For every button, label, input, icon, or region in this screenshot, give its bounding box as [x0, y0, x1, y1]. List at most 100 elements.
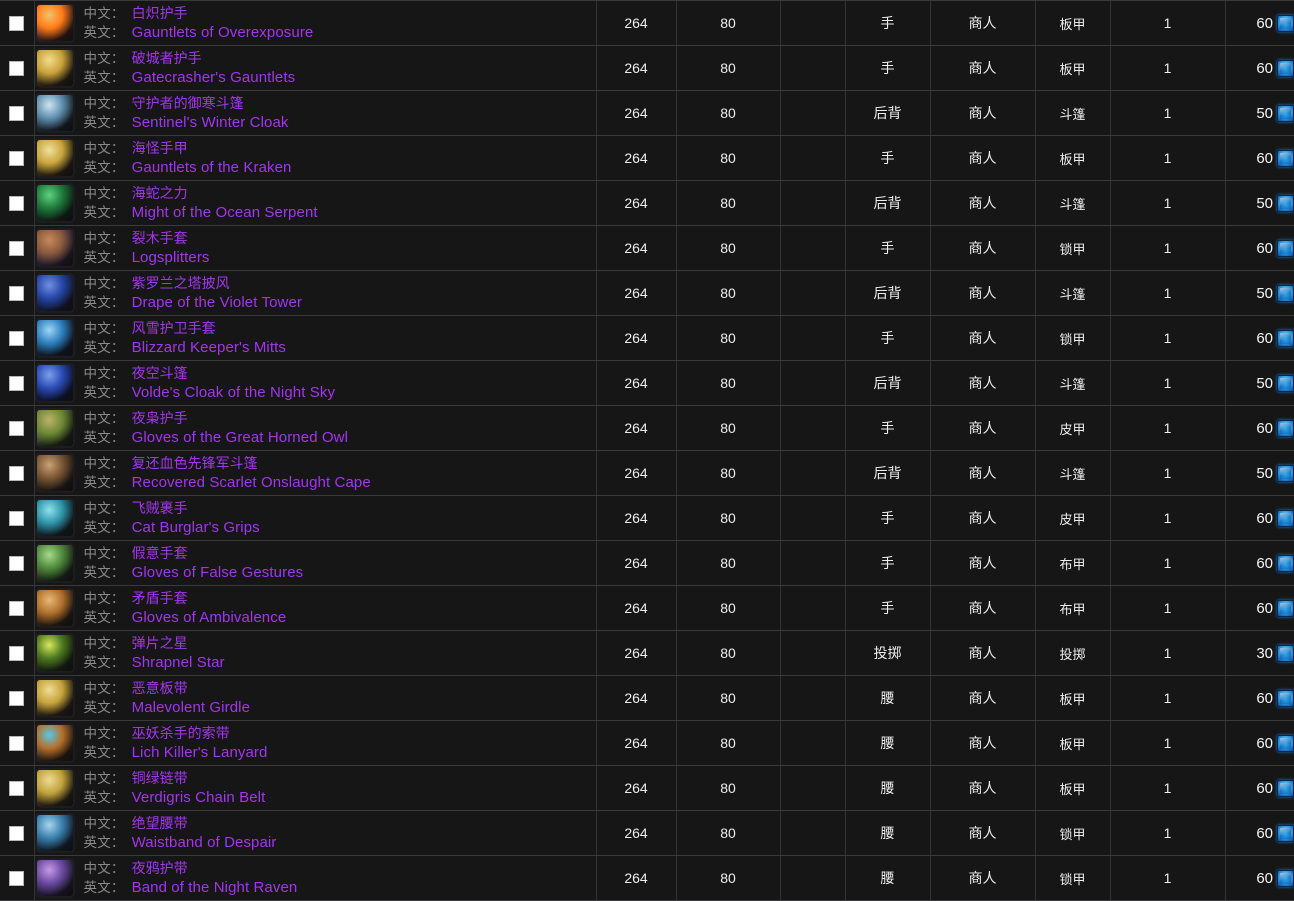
item-name-en[interactable]: Malevolent Girdle — [132, 698, 250, 718]
row-select-checkbox[interactable] — [9, 826, 25, 842]
row-checkbox-cell[interactable] — [0, 855, 34, 901]
item-name-zh[interactable]: 风雪护卫手套 — [132, 319, 216, 337]
table-row[interactable]: 中文： 裂木手套 英文： Logsplitters 264 80 手商人 锁甲 1 60 — [0, 225, 1294, 271]
item-name-en[interactable]: Volde's Cloak of the Night Sky — [132, 383, 335, 403]
item-name-cell[interactable]: 中文： 白炽护手 英文： Gauntlets of Overexposure — [33, 0, 596, 46]
table-row[interactable]: 中文： 海怪手甲 英文： Gauntlets of the Kraken 264 80 手商… — [0, 135, 1294, 181]
table-row[interactable]: 中文： 绝望腰带 英文： Waistband of Despair 264 80 腰商人 锁甲… — [0, 810, 1294, 856]
row-checkbox-cell[interactable] — [0, 135, 34, 181]
item-name-cell[interactable]: 中文： 飞贼裹手 英文： Cat Burglar's Grips — [33, 495, 596, 541]
row-select-checkbox[interactable] — [9, 466, 25, 482]
item-name-en[interactable]: Gauntlets of Overexposure — [132, 23, 314, 43]
item-name-en[interactable]: Gloves of the Great Horned Owl — [132, 428, 348, 448]
item-name-cell[interactable]: 中文： 夜空斗篷 英文： Volde's Cloak of the Night Sky — [33, 360, 596, 406]
table-row[interactable]: 中文： 飞贼裹手 英文： Cat Burglar's Grips 264 80 手商人 皮甲 1… — [0, 495, 1294, 541]
row-select-checkbox[interactable] — [9, 421, 25, 437]
row-select-checkbox[interactable] — [9, 286, 25, 302]
item-name-cell[interactable]: 中文： 绝望腰带 英文： Waistband of Despair — [33, 810, 596, 856]
row-select-checkbox[interactable] — [9, 601, 25, 617]
table-row[interactable]: 中文： 复还血色先锋军斗篷 英文： Recovered Scarlet Onslaug… — [0, 450, 1294, 496]
item-name-cell[interactable]: 中文： 复还血色先锋军斗篷 英文： Recovered Scarlet Onslaug… — [33, 450, 596, 496]
row-checkbox-cell[interactable] — [0, 450, 34, 496]
table-row[interactable]: 中文： 风雪护卫手套 英文： Blizzard Keeper's Mitts 264 80… — [0, 315, 1294, 361]
row-checkbox-cell[interactable] — [0, 45, 34, 91]
table-row[interactable]: 中文： 海蛇之力 英文： Might of the Ocean Serpent 264 8… — [0, 180, 1294, 226]
row-select-checkbox[interactable] — [9, 556, 25, 572]
row-checkbox-cell[interactable] — [0, 630, 34, 676]
item-name-cell[interactable]: 中文： 破城者护手 英文： Gatecrasher's Gauntlets — [33, 45, 596, 91]
table-row[interactable]: 中文： 铜绿链带 英文： Verdigris Chain Belt 264 80 腰商人 板甲… — [0, 765, 1294, 811]
item-name-en[interactable]: Drape of the Violet Tower — [132, 293, 302, 313]
item-name-en[interactable]: Blizzard Keeper's Mitts — [132, 338, 286, 358]
item-name-cell[interactable]: 中文： 守护者的御寒斗篷 英文： Sentinel's Winter Cloak — [33, 90, 596, 136]
row-checkbox-cell[interactable] — [0, 810, 34, 856]
item-name-en[interactable]: Sentinel's Winter Cloak — [132, 113, 289, 133]
item-name-en[interactable]: Gauntlets of the Kraken — [132, 158, 292, 178]
item-name-cell[interactable]: 中文： 铜绿链带 英文： Verdigris Chain Belt — [33, 765, 596, 811]
item-name-zh[interactable]: 恶意板带 — [132, 679, 188, 697]
item-name-zh[interactable]: 守护者的御寒斗篷 — [132, 94, 244, 112]
row-select-checkbox[interactable] — [9, 61, 25, 77]
row-select-checkbox[interactable] — [9, 376, 25, 392]
table-row[interactable]: 中文： 守护者的御寒斗篷 英文： Sentinel's Winter Cloak 264… — [0, 90, 1294, 136]
item-name-zh[interactable]: 绝望腰带 — [132, 814, 188, 832]
row-select-checkbox[interactable] — [9, 691, 25, 707]
item-name-en[interactable]: Cat Burglar's Grips — [132, 518, 260, 538]
item-name-cell[interactable]: 中文： 矛盾手套 英文： Gloves of Ambivalence — [33, 585, 596, 631]
item-name-en[interactable]: Band of the Night Raven — [132, 878, 298, 898]
item-name-en[interactable]: Gatecrasher's Gauntlets — [132, 68, 296, 88]
row-checkbox-cell[interactable] — [0, 315, 34, 361]
row-checkbox-cell[interactable] — [0, 0, 34, 46]
row-checkbox-cell[interactable] — [0, 675, 34, 721]
row-checkbox-cell[interactable] — [0, 360, 34, 406]
row-select-checkbox[interactable] — [9, 151, 25, 167]
item-name-cell[interactable]: 中文： 紫罗兰之塔披风 英文： Drape of the Violet Tower — [33, 270, 596, 316]
table-row[interactable]: 中文： 白炽护手 英文： Gauntlets of Overexposure 264 80… — [0, 0, 1294, 46]
item-name-en[interactable]: Verdigris Chain Belt — [132, 788, 266, 808]
item-name-zh[interactable]: 破城者护手 — [132, 49, 202, 67]
table-row[interactable]: 中文： 夜鸦护带 英文： Band of the Night Raven 264 80 腰商… — [0, 855, 1294, 901]
item-name-cell[interactable]: 中文： 巫妖杀手的索带 英文： Lich Killer's Lanyard — [33, 720, 596, 766]
item-name-zh[interactable]: 巫妖杀手的索带 — [132, 724, 230, 742]
item-name-zh[interactable]: 矛盾手套 — [132, 589, 188, 607]
item-name-cell[interactable]: 中文： 恶意板带 英文： Malevolent Girdle — [33, 675, 596, 721]
item-name-zh[interactable]: 白炽护手 — [132, 4, 188, 22]
item-name-cell[interactable]: 中文： 夜鸦护带 英文： Band of the Night Raven — [33, 855, 596, 901]
row-checkbox-cell[interactable] — [0, 225, 34, 271]
row-select-checkbox[interactable] — [9, 871, 25, 887]
item-name-zh[interactable]: 海蛇之力 — [132, 184, 188, 202]
row-select-checkbox[interactable] — [9, 781, 25, 797]
row-select-checkbox[interactable] — [9, 646, 25, 662]
row-checkbox-cell[interactable] — [0, 720, 34, 766]
row-checkbox-cell[interactable] — [0, 585, 34, 631]
item-name-en[interactable]: Shrapnel Star — [132, 653, 225, 673]
table-row[interactable]: 中文： 假意手套 英文： Gloves of False Gestures 264 80 手… — [0, 540, 1294, 586]
row-select-checkbox[interactable] — [9, 331, 25, 347]
item-name-zh[interactable]: 夜枭护手 — [132, 409, 188, 427]
table-row[interactable]: 中文： 巫妖杀手的索带 英文： Lich Killer's Lanyard 264 80 腰… — [0, 720, 1294, 766]
row-select-checkbox[interactable] — [9, 16, 25, 32]
table-row[interactable]: 中文： 紫罗兰之塔披风 英文： Drape of the Violet Tower 26… — [0, 270, 1294, 316]
item-name-zh[interactable]: 弹片之星 — [132, 634, 188, 652]
item-name-en[interactable]: Waistband of Despair — [132, 833, 277, 853]
row-select-checkbox[interactable] — [9, 196, 25, 212]
item-name-zh[interactable]: 紫罗兰之塔披风 — [132, 274, 230, 292]
row-select-checkbox[interactable] — [9, 511, 25, 527]
item-name-zh[interactable]: 夜鸦护带 — [132, 859, 188, 877]
item-name-zh[interactable]: 飞贼裹手 — [132, 499, 188, 517]
item-name-en[interactable]: Lich Killer's Lanyard — [132, 743, 268, 763]
item-name-en[interactable]: Logsplitters — [132, 248, 210, 268]
row-select-checkbox[interactable] — [9, 736, 25, 752]
row-select-checkbox[interactable] — [9, 106, 25, 122]
row-checkbox-cell[interactable] — [0, 540, 34, 586]
item-name-cell[interactable]: 中文： 风雪护卫手套 英文： Blizzard Keeper's Mitts — [33, 315, 596, 361]
item-name-zh[interactable]: 夜空斗篷 — [132, 364, 188, 382]
item-name-zh[interactable]: 铜绿链带 — [132, 769, 188, 787]
table-row[interactable]: 中文： 破城者护手 英文： Gatecrasher's Gauntlets 264 80 手… — [0, 45, 1294, 91]
item-name-en[interactable]: Recovered Scarlet Onslaught Cape — [132, 473, 371, 493]
item-name-en[interactable]: Might of the Ocean Serpent — [132, 203, 318, 223]
row-select-checkbox[interactable] — [9, 241, 25, 257]
table-row[interactable]: 中文： 矛盾手套 英文： Gloves of Ambivalence 264 80 手商人布… — [0, 585, 1294, 631]
row-checkbox-cell[interactable] — [0, 405, 34, 451]
row-checkbox-cell[interactable] — [0, 90, 34, 136]
